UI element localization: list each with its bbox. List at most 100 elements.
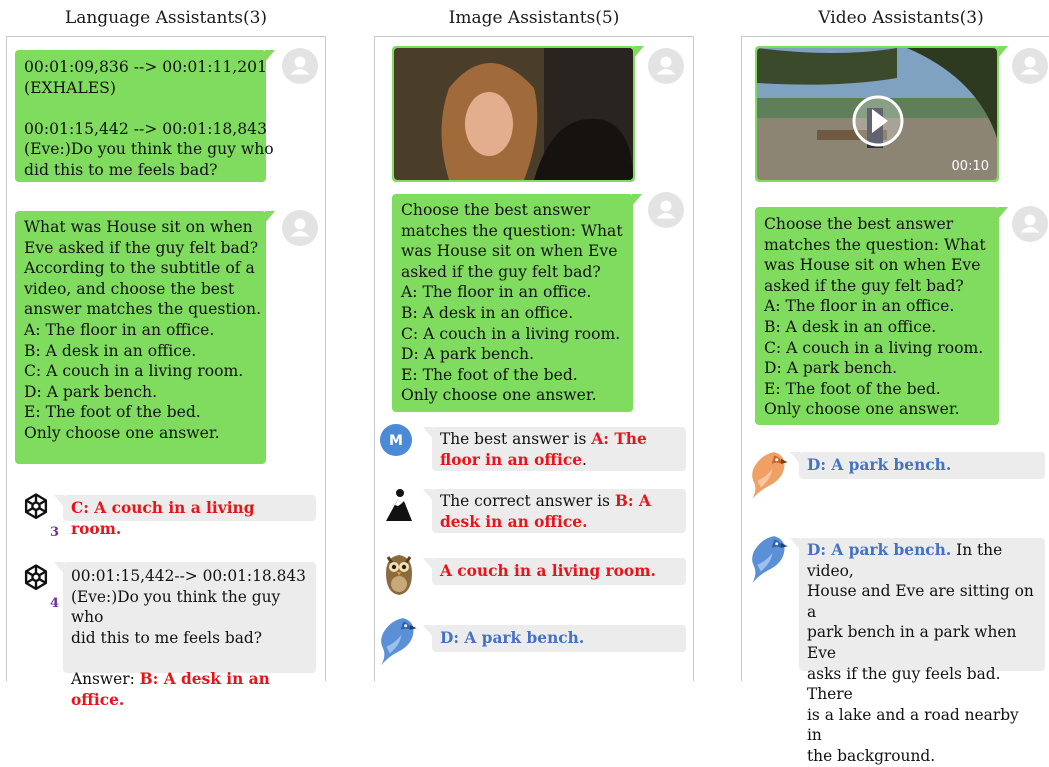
answer-line: is a lake and a road nearby in — [807, 705, 1019, 745]
answer-line: did this to me feels bad? — [71, 628, 263, 647]
bubble-line: 00:01:15,442 --> 00:01:18,843 — [24, 119, 268, 138]
bubble-line: Eve asked if the guy felt bad? — [24, 238, 259, 257]
bubble-line: What was House sit on when — [24, 218, 253, 236]
answer-text: A couch in a living room. — [440, 562, 656, 580]
answer-line: D: A park bench. In the video, — [807, 540, 1037, 581]
answer-line: park bench in a park when Eve — [807, 623, 1017, 662]
openai-logo-icon — [18, 561, 54, 597]
question-bubble: Choose the best answer matches the quest… — [755, 207, 1008, 425]
assistant-answer-bubble: A couch in a living room. — [423, 558, 686, 585]
panel-divider — [741, 36, 742, 681]
blue-parrot-icon — [378, 612, 420, 668]
panel-divider — [693, 36, 694, 681]
panel-divider — [325, 36, 326, 681]
question-bubble: Choose the best answer matches the quest… — [392, 194, 642, 412]
bubble-line: was House sit on when Eve — [764, 256, 981, 275]
question-bubble: What was House sit on when Eve asked if … — [15, 211, 275, 464]
answer-prefix: The best answer is — [440, 430, 592, 448]
answer-text: D: A park bench. — [807, 541, 952, 559]
user-avatar-icon — [282, 48, 318, 84]
bubble-line: answer matches the question. — [24, 300, 262, 319]
bubble-line: Only choose one answer. — [764, 400, 960, 419]
answer-prefix: The correct answer is — [440, 492, 615, 510]
bubble-line: matches the question: What — [401, 221, 623, 240]
bubble-line: A: The floor in an office. — [24, 320, 215, 339]
bubble-line: Only choose one answer. — [401, 386, 597, 405]
video-thumbnail[interactable]: 00:10 — [757, 48, 997, 180]
svg-text:M: M — [389, 433, 403, 449]
bubble-line: 00:01:09,836 --> 00:01:11,201 — [24, 58, 268, 76]
bubble-line: B: A desk in an office. — [24, 341, 197, 360]
user-avatar-icon — [648, 48, 684, 84]
bubble-line: video, and choose the best — [24, 279, 235, 298]
bubble-line: Choose the best answer — [764, 215, 954, 233]
assistant-answer-bubble: C: A couch in a living room. — [54, 495, 316, 538]
orange-parrot-icon — [749, 446, 791, 502]
bubble-line: Choose the best answer — [401, 201, 591, 219]
user-avatar-icon — [1012, 206, 1048, 242]
assistant-answer-bubble: D: A park bench. In the video, House and… — [790, 538, 1045, 765]
video-duration: 00:10 — [951, 159, 989, 174]
bubble-line: (EXHALES) — [24, 78, 116, 97]
user-avatar-icon — [282, 210, 318, 246]
panel-title: Image Assistants(5) — [374, 0, 694, 37]
bubble-line: E: The foot of the bed. — [401, 365, 578, 384]
bubble-line: According to the subtitle of a — [24, 259, 255, 278]
bubble-line: Only choose one answer. — [24, 423, 220, 442]
image-message-bubble — [392, 46, 644, 182]
user-avatar-icon — [1012, 48, 1048, 84]
bubble-line: did this to me feels bad? — [24, 160, 218, 179]
answer-line: asks if the guy feels bad. There — [807, 664, 1001, 704]
bubble-line: C: A couch in a living room. — [24, 362, 244, 381]
answer-text: D: A park bench. — [440, 629, 585, 647]
movie-still-image — [394, 48, 633, 180]
bubble-line: D: A park bench. — [764, 359, 898, 378]
user-avatar-icon — [648, 192, 684, 228]
bubble-line: A: The floor in an office. — [764, 297, 955, 316]
bubble-line: (Eve:)Do you think the guy who — [24, 140, 274, 159]
video-message-bubble: 00:10 — [755, 46, 1008, 182]
bubble-line: A: The floor in an office. — [401, 283, 592, 302]
answer-text: D: A park bench. — [807, 456, 952, 474]
gpt-version-badge: 3 — [50, 525, 60, 540]
answer-prefix: Answer: — [71, 669, 140, 688]
bubble-line: matches the question: What — [764, 235, 986, 254]
assistant-answer-bubble: The correct answer is B: A desk in an of… — [423, 489, 686, 533]
bubble-line: C: A couch in a living room. — [401, 324, 621, 343]
bubble-line: B: A desk in an office. — [764, 317, 937, 336]
panel-title: Video Assistants(3) — [741, 0, 1049, 37]
answer-suffix: . — [582, 450, 587, 469]
subtitle-bubble: 00:01:09,836 --> 00:01:11,201 (EXHALES) … — [15, 50, 275, 182]
answer-line: Answer: B: A desk in an office. — [71, 669, 308, 710]
bubble-line: asked if the guy felt bad? — [764, 276, 964, 295]
bubble-line: C: A couch in a living room. — [764, 338, 984, 357]
owl-icon — [386, 555, 412, 595]
panel-divider — [374, 36, 375, 681]
answer-line: House and Eve are sitting on a — [807, 582, 1034, 621]
gpt-version-badge: 4 — [50, 596, 60, 611]
openai-logo-icon — [18, 490, 54, 526]
bubble-line: was House sit on when Eve — [401, 242, 618, 261]
bubble-line: D: A park bench. — [401, 345, 535, 364]
answer-line — [71, 648, 308, 669]
mountain-logo-icon — [386, 489, 412, 521]
play-button-icon[interactable] — [852, 95, 904, 147]
panel-title: Language Assistants(3) — [6, 0, 326, 37]
bubble-line: asked if the guy felt bad? — [401, 262, 601, 281]
assistant-answer-bubble: 00:01:15,442--> 00:01:18.843 (Eve:)Do yo… — [54, 562, 316, 709]
bubble-line: E: The foot of the bed. — [24, 403, 201, 422]
answer-line: the background. — [807, 746, 936, 765]
panel-divider — [6, 36, 7, 681]
m-badge-icon: M — [380, 424, 412, 456]
blue-parrot-icon — [749, 530, 791, 586]
assistant-answer-bubble: The best answer is A: The floor in an of… — [423, 427, 686, 471]
bubble-line: D: A park bench. — [24, 382, 158, 401]
assistant-answer-bubble: D: A park bench. — [423, 625, 686, 652]
movie-still-illustration — [394, 48, 633, 180]
bubble-line: B: A desk in an office. — [401, 303, 574, 322]
bubble-line — [24, 98, 257, 119]
answer-line: 00:01:15,442--> 00:01:18.843 — [71, 567, 306, 585]
answer-line: (Eve:)Do you think the guy who — [71, 587, 281, 627]
bubble-line: E: The foot of the bed. — [764, 379, 941, 398]
assistant-answer-bubble: D: A park bench. — [790, 452, 1045, 479]
